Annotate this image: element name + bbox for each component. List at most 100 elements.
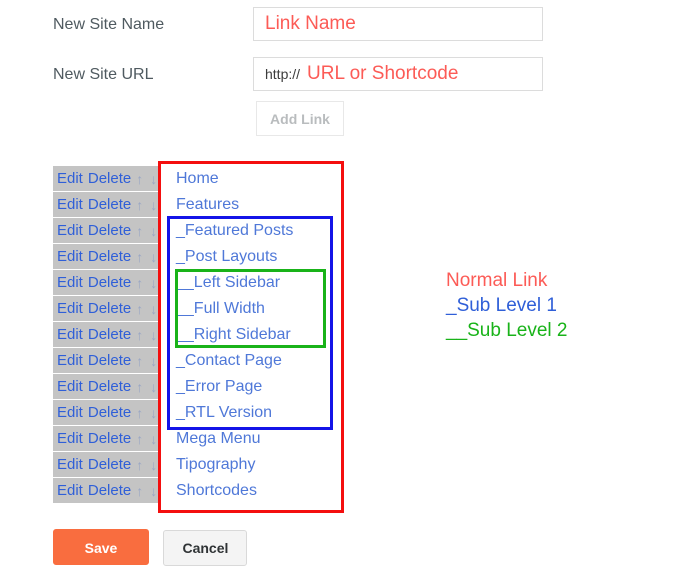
site-url-input[interactable]: http:// URL or Shortcode xyxy=(253,57,543,91)
delete-link[interactable]: Delete xyxy=(88,326,131,343)
move-up-icon[interactable]: ↑ xyxy=(136,197,143,213)
link-title[interactable]: Features xyxy=(176,192,239,217)
link-row: Edit Delete ↑ ↓ Home xyxy=(0,166,700,191)
site-url-value: URL or Shortcode xyxy=(307,63,459,84)
link-title[interactable]: _Featured Posts xyxy=(176,218,293,243)
link-title[interactable]: __Full Width xyxy=(176,296,265,321)
delete-link[interactable]: Delete xyxy=(88,300,131,317)
move-up-icon[interactable]: ↑ xyxy=(136,431,143,447)
link-title[interactable]: _Contact Page xyxy=(176,348,282,373)
move-up-icon[interactable]: ↑ xyxy=(136,457,143,473)
move-down-icon[interactable]: ↓ xyxy=(150,197,157,213)
site-name-value: Link Name xyxy=(265,13,356,34)
footer-buttons: Save Cancel xyxy=(53,529,248,566)
link-row: Edit Delete ↑ ↓ Tipography xyxy=(0,452,700,477)
link-title[interactable]: __Left Sidebar xyxy=(176,270,280,295)
link-row: Edit Delete ↑ ↓ _Contact Page xyxy=(0,348,700,373)
edit-link[interactable]: Edit xyxy=(57,482,83,499)
move-up-icon[interactable]: ↑ xyxy=(136,327,143,343)
link-list-editor: New Site Name Link Name New Site URL htt… xyxy=(0,0,700,569)
move-up-icon[interactable]: ↑ xyxy=(136,483,143,499)
delete-link[interactable]: Delete xyxy=(88,196,131,213)
link-title[interactable]: Home xyxy=(176,166,219,191)
edit-link[interactable]: Edit xyxy=(57,222,83,239)
link-row: Edit Delete ↑ ↓ Features xyxy=(0,192,700,217)
delete-link[interactable]: Delete xyxy=(88,274,131,291)
form-row-site-name: New Site Name Link Name xyxy=(0,7,700,47)
move-down-icon[interactable]: ↓ xyxy=(150,353,157,369)
row-controls: Edit Delete ↑ ↓ xyxy=(53,426,158,451)
link-row: Edit Delete ↑ ↓ __Right Sidebar xyxy=(0,322,700,347)
legend-item-sub-level-2: __Sub Level 2 xyxy=(446,320,568,341)
add-link-button[interactable]: Add Link xyxy=(256,101,344,136)
row-controls: Edit Delete ↑ ↓ xyxy=(53,270,158,295)
edit-link[interactable]: Edit xyxy=(57,404,83,421)
move-up-icon[interactable]: ↑ xyxy=(136,405,143,421)
delete-link[interactable]: Delete xyxy=(88,222,131,239)
move-up-icon[interactable]: ↑ xyxy=(136,353,143,369)
move-up-icon[interactable]: ↑ xyxy=(136,223,143,239)
edit-link[interactable]: Edit xyxy=(57,196,83,213)
link-row: Edit Delete ↑ ↓ _Error Page xyxy=(0,374,700,399)
link-title[interactable]: Mega Menu xyxy=(176,426,261,451)
move-down-icon[interactable]: ↓ xyxy=(150,405,157,421)
link-row: Edit Delete ↑ ↓ __Left Sidebar xyxy=(0,270,700,295)
url-protocol-prefix: http:// xyxy=(265,66,301,82)
delete-link[interactable]: Delete xyxy=(88,430,131,447)
edit-link[interactable]: Edit xyxy=(57,300,83,317)
edit-link[interactable]: Edit xyxy=(57,378,83,395)
move-down-icon[interactable]: ↓ xyxy=(150,379,157,395)
link-row: Edit Delete ↑ ↓ __Full Width xyxy=(0,296,700,321)
link-row: Edit Delete ↑ ↓ Mega Menu xyxy=(0,426,700,451)
link-row: Edit Delete ↑ ↓ Shortcodes xyxy=(0,478,700,503)
delete-link[interactable]: Delete xyxy=(88,170,131,187)
move-up-icon[interactable]: ↑ xyxy=(136,249,143,265)
move-up-icon[interactable]: ↑ xyxy=(136,171,143,187)
delete-link[interactable]: Delete xyxy=(88,456,131,473)
link-row: Edit Delete ↑ ↓ _Post Layouts xyxy=(0,244,700,269)
delete-link[interactable]: Delete xyxy=(88,482,131,499)
move-down-icon[interactable]: ↓ xyxy=(150,301,157,317)
move-down-icon[interactable]: ↓ xyxy=(150,223,157,239)
edit-link[interactable]: Edit xyxy=(57,430,83,447)
site-url-label: New Site URL xyxy=(53,66,154,83)
site-name-label: New Site Name xyxy=(53,16,165,33)
delete-link[interactable]: Delete xyxy=(88,352,131,369)
link-row: Edit Delete ↑ ↓ _Featured Posts xyxy=(0,218,700,243)
move-down-icon[interactable]: ↓ xyxy=(150,431,157,447)
row-controls: Edit Delete ↑ ↓ xyxy=(53,348,158,373)
legend: Normal Link _Sub Level 1 __Sub Level 2 xyxy=(446,268,568,343)
save-button[interactable]: Save xyxy=(53,529,149,565)
link-list: Edit Delete ↑ ↓ Home Edit Delete ↑ ↓ Features Edit… xyxy=(0,166,700,504)
move-down-icon[interactable]: ↓ xyxy=(150,327,157,343)
edit-link[interactable]: Edit xyxy=(57,274,83,291)
move-up-icon[interactable]: ↑ xyxy=(136,275,143,291)
edit-link[interactable]: Edit xyxy=(57,352,83,369)
move-up-icon[interactable]: ↑ xyxy=(136,301,143,317)
site-name-input[interactable]: Link Name xyxy=(253,7,543,41)
move-up-icon[interactable]: ↑ xyxy=(136,379,143,395)
delete-link[interactable]: Delete xyxy=(88,404,131,421)
move-down-icon[interactable]: ↓ xyxy=(150,249,157,265)
delete-link[interactable]: Delete xyxy=(88,378,131,395)
delete-link[interactable]: Delete xyxy=(88,248,131,265)
move-down-icon[interactable]: ↓ xyxy=(150,457,157,473)
link-title[interactable]: _RTL Version xyxy=(176,400,272,425)
row-controls: Edit Delete ↑ ↓ xyxy=(53,400,158,425)
cancel-button[interactable]: Cancel xyxy=(163,530,248,566)
edit-link[interactable]: Edit xyxy=(57,248,83,265)
move-down-icon[interactable]: ↓ xyxy=(150,483,157,499)
edit-link[interactable]: Edit xyxy=(57,326,83,343)
link-title[interactable]: Tipography xyxy=(176,452,255,477)
link-title[interactable]: Shortcodes xyxy=(176,478,257,503)
row-controls: Edit Delete ↑ ↓ xyxy=(53,218,158,243)
row-controls: Edit Delete ↑ ↓ xyxy=(53,192,158,217)
link-title[interactable]: _Error Page xyxy=(176,374,262,399)
move-down-icon[interactable]: ↓ xyxy=(150,275,157,291)
edit-link[interactable]: Edit xyxy=(57,456,83,473)
move-down-icon[interactable]: ↓ xyxy=(150,171,157,187)
link-title[interactable]: __Right Sidebar xyxy=(176,322,291,347)
link-title[interactable]: _Post Layouts xyxy=(176,244,277,269)
form-row-site-url: New Site URL http:// URL or Shortcode xyxy=(0,57,700,97)
edit-link[interactable]: Edit xyxy=(57,170,83,187)
